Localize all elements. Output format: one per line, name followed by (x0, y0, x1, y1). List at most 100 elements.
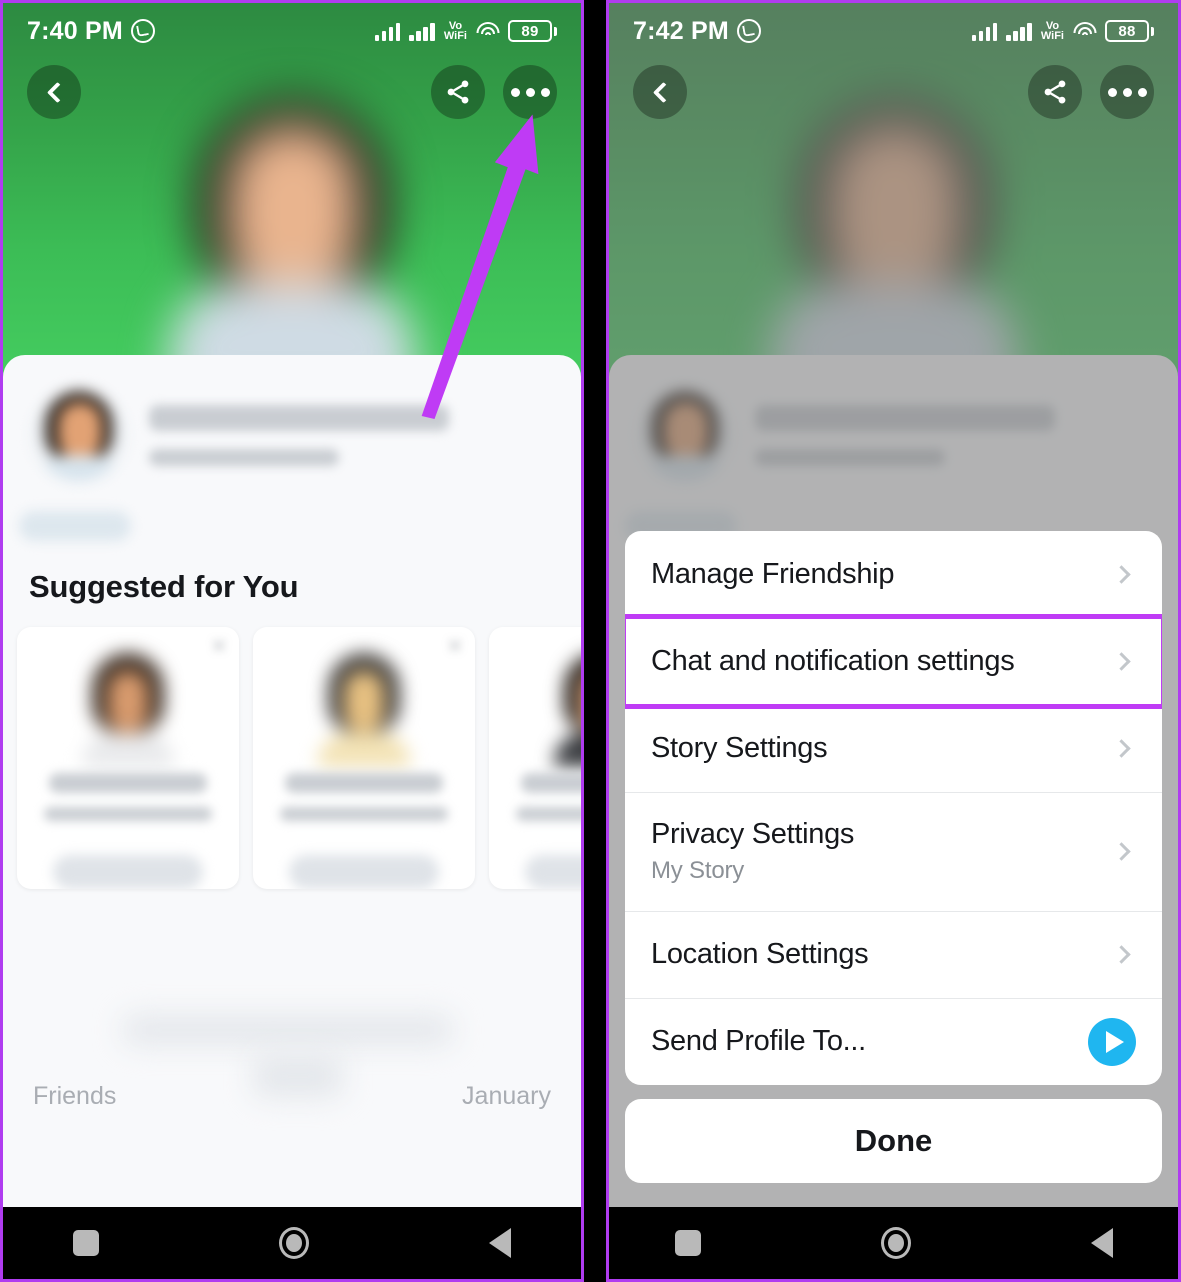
wifi-icon (1073, 22, 1096, 40)
chevron-right-icon (1112, 945, 1131, 964)
phone-screenshot-left: 7:40 PM Vo WiFi 89 Suggested for You Fri… (0, 0, 584, 1282)
menu-item-privacy-settings[interactable]: Privacy Settings My Story (625, 792, 1162, 911)
action-sheet-menu: Manage Friendship Chat and notification … (625, 531, 1162, 1085)
add-friend-button[interactable] (289, 855, 439, 889)
avatar (82, 653, 174, 767)
list-item[interactable] (253, 627, 475, 889)
menu-item-chat-and-notification-settings[interactable]: Chat and notification settings (625, 618, 1162, 705)
suggested-name (521, 773, 581, 793)
avatar (318, 653, 410, 767)
menu-item-text: Location Settings (651, 938, 869, 971)
list-item[interactable] (489, 627, 581, 889)
profile-action-sheet: Manage Friendship Chat and notification … (625, 531, 1162, 1183)
android-nav-bar-left (3, 1207, 581, 1279)
menu-item-text: Story Settings (651, 732, 828, 765)
menu-item-text: Manage Friendship (651, 558, 894, 591)
triangle-back-icon[interactable] (1090, 1228, 1113, 1258)
menu-item-label: Send Profile To... (651, 1025, 866, 1057)
volte-bottom-label: WiFi (443, 30, 467, 42)
battery-level-label: 88 (1105, 20, 1149, 42)
chevron-right-icon (1112, 652, 1131, 671)
add-friend-button[interactable] (525, 855, 581, 889)
signal-bars-icon (409, 21, 435, 41)
circle-home-icon[interactable] (279, 1227, 309, 1259)
menu-item-label: Privacy Settings (651, 818, 855, 850)
menu-item-label: Story Settings (651, 732, 828, 764)
whatsapp-icon (130, 19, 155, 43)
status-bar-left-group: 7:42 PM (633, 17, 761, 46)
clock-label: 7:42 PM (633, 16, 729, 45)
signal-bars-icon (374, 21, 401, 41)
signal-bars-icon (1006, 21, 1032, 41)
close-icon[interactable] (447, 637, 463, 653)
volte-icon: Vo WiFi (443, 21, 467, 42)
more-options-button[interactable] (503, 65, 557, 119)
menu-item-location-settings[interactable]: Location Settings (625, 911, 1162, 998)
profile-header-row[interactable] (3, 355, 581, 481)
redacted-content-block (123, 1015, 453, 1045)
done-button[interactable]: Done (625, 1099, 1162, 1183)
profile-name-block (149, 404, 551, 466)
chevron-left-icon (652, 81, 674, 103)
status-bar-right-group: Vo WiFi 89 (374, 20, 557, 42)
share-button[interactable] (431, 65, 485, 119)
back-button[interactable] (27, 65, 81, 119)
phone-screen-right: 7:42 PM Vo WiFi 88 Manage Friendship Cha… (609, 3, 1178, 1279)
signal-bars-icon (971, 21, 998, 41)
phone-screenshot-right: 7:42 PM Vo WiFi 88 Manage Friendship Cha… (606, 0, 1181, 1282)
menu-item-send-profile-to[interactable]: Send Profile To... (625, 998, 1162, 1085)
suggested-subtitle (280, 807, 448, 821)
suggested-subtitle (516, 807, 581, 821)
share-button[interactable] (1028, 65, 1082, 119)
back-button[interactable] (633, 65, 687, 119)
status-bar-right: 7:42 PM Vo WiFi 88 (609, 3, 1178, 59)
status-bar-right-group: Vo WiFi 88 (971, 20, 1154, 42)
add-friend-button[interactable] (53, 855, 203, 889)
menu-item-story-settings[interactable]: Story Settings (625, 705, 1162, 792)
phone-screen-left: 7:40 PM Vo WiFi 89 Suggested for You Fri… (3, 3, 581, 1279)
menu-item-label: Chat and notification settings (651, 645, 1015, 677)
battery-icon: 88 (1105, 20, 1154, 42)
status-bar-left-group: 7:40 PM (27, 17, 155, 46)
more-options-button[interactable] (1100, 65, 1154, 119)
chevron-right-icon (1112, 739, 1131, 758)
menu-item-label: Manage Friendship (651, 558, 895, 590)
menu-item-text: Privacy Settings My Story (651, 818, 854, 885)
menu-item-label: Location Settings (651, 938, 869, 970)
friends-label: Friends (33, 1082, 117, 1110)
circle-home-icon[interactable] (880, 1227, 911, 1259)
battery-icon: 89 (508, 20, 557, 42)
profile-status-chip[interactable] (19, 511, 131, 541)
profile-username (149, 448, 339, 466)
suggested-name (49, 773, 207, 793)
battery-level-label: 89 (508, 20, 552, 42)
suggested-friends-carousel[interactable] (3, 605, 581, 889)
square-recents-icon[interactable] (73, 1230, 99, 1256)
more-options-icon (1107, 87, 1147, 97)
volte-bottom-label: WiFi (1040, 30, 1064, 42)
android-nav-bar-right (609, 1207, 1178, 1279)
close-icon[interactable] (211, 637, 227, 653)
status-bar-left: 7:40 PM Vo WiFi 89 (3, 3, 581, 59)
share-icon (1044, 80, 1066, 104)
send-icon[interactable] (1088, 1017, 1136, 1066)
chevron-left-icon (46, 81, 68, 103)
clock-label: 7:40 PM (27, 16, 123, 45)
square-recents-icon[interactable] (674, 1230, 701, 1256)
top-nav-actions-left (431, 65, 557, 119)
menu-item-text: Send Profile To... (651, 1025, 866, 1058)
top-nav-right (609, 63, 1178, 121)
done-button-label: Done (854, 1123, 933, 1158)
volte-icon: Vo WiFi (1040, 21, 1064, 42)
list-item[interactable] (17, 627, 239, 889)
triangle-back-icon[interactable] (489, 1228, 511, 1258)
avatar (33, 389, 125, 481)
suggested-name (285, 773, 443, 793)
avatar (554, 653, 581, 767)
menu-item-manage-friendship[interactable]: Manage Friendship (625, 531, 1162, 618)
whatsapp-icon (736, 19, 761, 43)
wifi-icon (476, 22, 499, 40)
screenshot-stage: 7:40 PM Vo WiFi 89 Suggested for You Fri… (0, 0, 1181, 1282)
menu-item-text: Chat and notification settings (651, 645, 1015, 678)
menu-item-sublabel: My Story (651, 857, 745, 884)
